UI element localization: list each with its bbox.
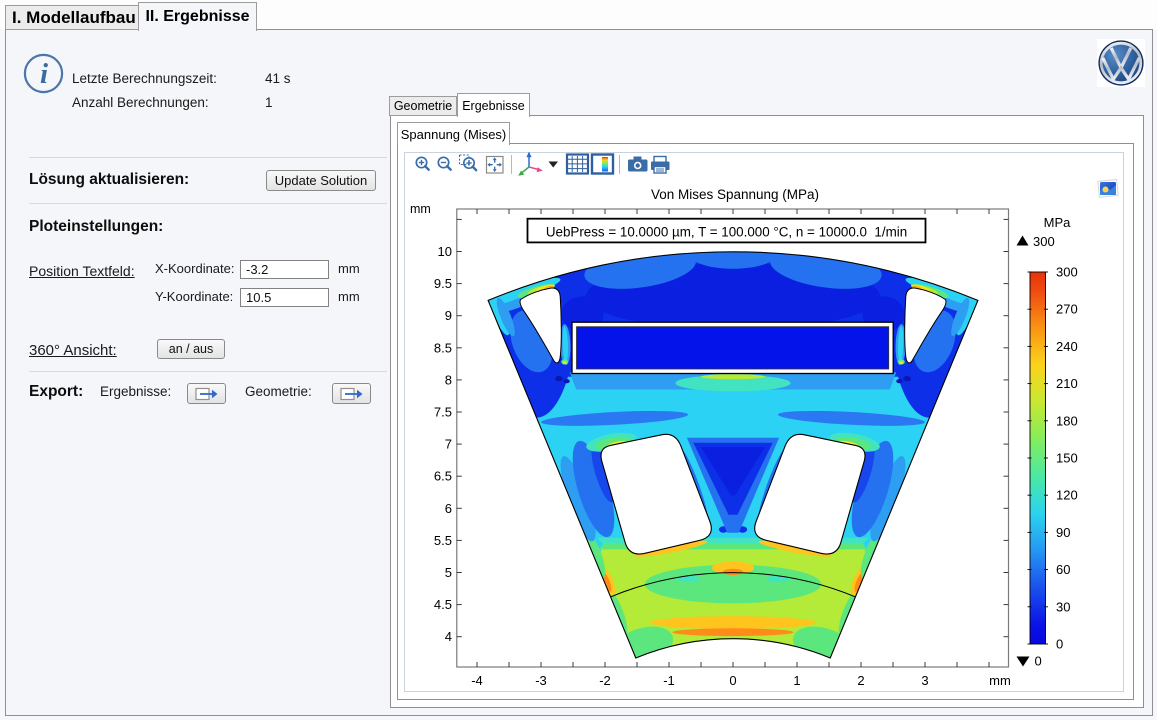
svg-text:-1: -1	[663, 673, 675, 688]
svg-text:UebPress = 10.0000 µm, T = 100: UebPress = 10.0000 µm, T = 100.000 °C, n…	[546, 225, 907, 240]
svg-text:9.5: 9.5	[434, 276, 452, 291]
svg-text:30: 30	[1056, 599, 1070, 614]
svg-text:8.5: 8.5	[434, 340, 452, 355]
svg-text:90: 90	[1056, 525, 1070, 540]
svg-text:-2: -2	[599, 673, 611, 688]
svg-text:270: 270	[1056, 302, 1078, 317]
svg-text:5.5: 5.5	[434, 533, 452, 548]
svg-text:9: 9	[445, 308, 452, 323]
svg-text:MPa: MPa	[1044, 215, 1072, 230]
svg-text:210: 210	[1056, 376, 1078, 391]
svg-text:5: 5	[445, 565, 452, 580]
svg-text:4: 4	[445, 629, 452, 644]
svg-text:300: 300	[1056, 265, 1078, 280]
svg-text:3: 3	[921, 673, 928, 688]
svg-text:7.5: 7.5	[434, 405, 452, 420]
svg-text:i: i	[40, 58, 48, 90]
svg-text:150: 150	[1056, 451, 1078, 466]
svg-text:0: 0	[729, 673, 736, 688]
svg-text:300: 300	[1033, 234, 1055, 249]
svg-text:2: 2	[857, 673, 864, 688]
svg-text:mm: mm	[410, 202, 431, 216]
svg-text:-4: -4	[471, 673, 483, 688]
svg-text:180: 180	[1056, 413, 1078, 428]
svg-text:60: 60	[1056, 562, 1070, 577]
svg-text:6.5: 6.5	[434, 469, 452, 484]
svg-text:1: 1	[793, 673, 800, 688]
svg-text:mm: mm	[989, 673, 1011, 688]
svg-text:120: 120	[1056, 488, 1078, 503]
svg-text:4.5: 4.5	[434, 597, 452, 612]
svg-text:6: 6	[445, 501, 452, 516]
svg-text:-3: -3	[535, 673, 547, 688]
svg-text:7: 7	[445, 437, 452, 452]
svg-text:0: 0	[1056, 637, 1063, 652]
svg-text:0: 0	[1035, 654, 1042, 669]
svg-text:8: 8	[445, 372, 452, 387]
svg-text:240: 240	[1056, 339, 1078, 354]
svg-text:Von Mises Spannung (MPa): Von Mises Spannung (MPa)	[651, 187, 819, 202]
svg-text:10: 10	[438, 244, 452, 259]
